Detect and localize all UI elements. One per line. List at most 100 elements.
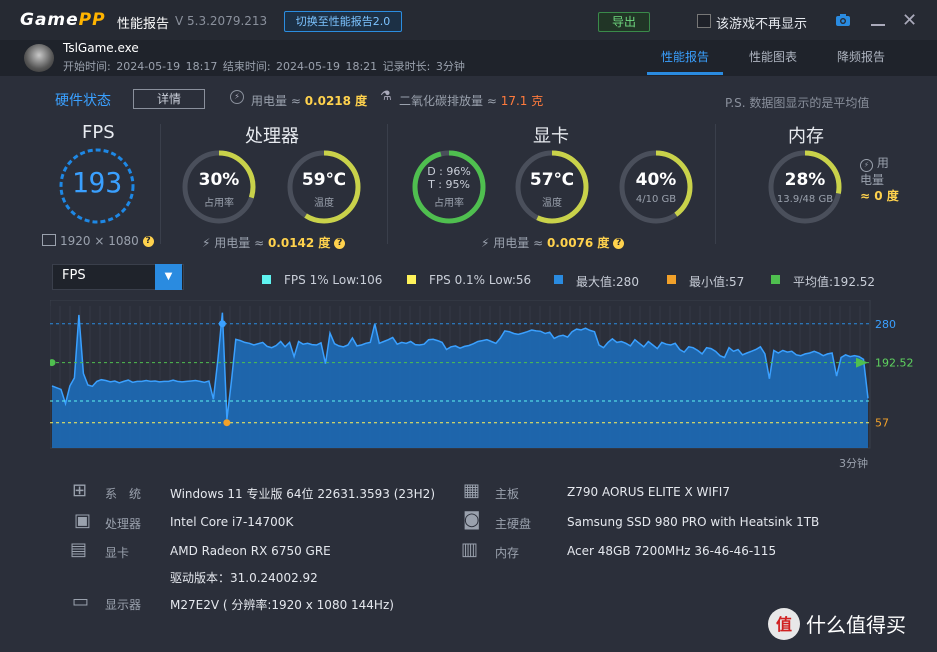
help-icon[interactable]: ?: [334, 238, 346, 249]
gpu-usage-gauge: D : 96% T : 95% 占用率: [410, 148, 488, 226]
legend-avg: 平均值:192.52: [793, 275, 876, 289]
tab-downclock-report[interactable]: 降频报告: [837, 48, 885, 65]
info-os: Windows 11 专业版 64位 22631.3593 (23H2): [170, 487, 435, 501]
gpu-vram-label: 4/10 GB: [635, 194, 677, 205]
divider: [715, 124, 716, 244]
gpu-temp-gauge: 57℃ 温度: [513, 148, 591, 226]
max-marker: [218, 320, 226, 328]
hardware-status-title: 硬件状态: [55, 93, 111, 109]
svg-text:值: 值: [776, 615, 792, 634]
cpu-title: 处理器: [245, 126, 299, 147]
fps-title: FPS: [82, 122, 115, 143]
disk-icon: ◙: [463, 509, 481, 530]
memory-gauge: 28% 13.9/48 GB: [766, 148, 844, 226]
help-icon[interactable]: ?: [613, 238, 625, 249]
gpu-vram-gauge: 40% 4/10 GB: [617, 148, 695, 226]
metric-select-value[interactable]: FPS: [62, 268, 86, 283]
minimize-icon[interactable]: [871, 24, 885, 26]
average-note: P.S. 数据图显示的是平均值: [725, 96, 870, 110]
motherboard-icon: ▦: [463, 480, 481, 501]
legend-swatch: [407, 275, 416, 284]
gpu-vram-value: 40%: [635, 170, 677, 190]
fps-value: 193: [71, 166, 123, 199]
game-name: TslGame.exe: [63, 41, 139, 55]
gpu-temp-value: 57℃: [529, 170, 575, 190]
label-max: 280: [875, 318, 896, 331]
info-cpu: Intel Core i7-14700K: [170, 515, 294, 529]
info-key: 内存: [495, 546, 520, 560]
export-button[interactable]: 导出: [598, 12, 650, 32]
cpu-usage-gauge: 30% 占用率: [180, 148, 258, 226]
info-gpu: AMD Radeon RX 6750 GRE: [170, 544, 331, 558]
session-times: 开始时间: 2024-05-19 18:17 结束时间: 2024-05-19 …: [63, 60, 465, 73]
memory-icon: ▥: [461, 539, 479, 560]
info-disk: Samsung SSD 980 PRO with Heatsink 1TB: [567, 515, 820, 529]
power-icon: ⚡: [230, 90, 244, 104]
cpu-temp-gauge: 59℃ 温度: [285, 148, 363, 226]
info-key: 主板: [495, 487, 520, 501]
info-key: 显卡: [105, 546, 130, 560]
info-motherboard: Z790 AORUS ELITE X WIFI7: [567, 485, 730, 499]
min-marker: [223, 419, 231, 427]
legend-swatch: [667, 275, 676, 284]
monitor-icon: ▭: [72, 591, 90, 612]
memory-title: 内存: [788, 126, 824, 147]
tab-performance-report[interactable]: 性能报告: [661, 48, 709, 65]
camera-icon[interactable]: [835, 13, 851, 27]
cpu-power: ⚡ 用电量 ≈ 0.0142 度 ?: [202, 234, 346, 251]
total-power: 用电量 ≈ 0.0218 度: [251, 94, 368, 108]
svg-text:什么值得买: 什么值得买: [806, 613, 906, 637]
info-memory: Acer 48GB 7200MHz 36-46-46-115: [567, 544, 777, 558]
cpu-icon: ▣: [74, 510, 92, 531]
cpu-temp-label: 温度: [314, 198, 334, 209]
co2-emission: 二氧化碳排放量 ≈ 17.1 克: [399, 94, 544, 108]
tab-performance-chart[interactable]: 性能图表: [749, 48, 797, 65]
info-key: 处理器: [105, 517, 142, 531]
gpu-dt-values: D : 96% T : 95%: [427, 165, 471, 191]
legend-fps-01pct-low: FPS 0.1% Low:56: [429, 273, 532, 287]
resolution-icon: [42, 234, 56, 246]
cpu-usage-value: 30%: [198, 170, 240, 190]
gpu-temp-label: 温度: [542, 198, 562, 209]
cpu-temp-value: 59℃: [301, 170, 347, 190]
gpu-icon: ▤: [70, 539, 88, 560]
power-icon: ⚡: [860, 159, 873, 172]
info-key: 显示器: [105, 598, 142, 612]
legend-min: 最小值:57: [689, 275, 745, 289]
label-avg: 192.52: [875, 357, 914, 370]
info-monitor: M27E2V ( 分辨率:1920 x 1080 144Hz): [170, 598, 394, 612]
legend-fps-1pct-low: FPS 1% Low:106: [284, 273, 383, 287]
fps-chart[interactable]: 280 192.52 57: [50, 300, 920, 452]
info-driver: 驱动版本：31.0.24002.92: [170, 571, 318, 585]
legend-swatch: [262, 275, 271, 284]
detail-button[interactable]: 详情: [133, 89, 205, 109]
switch-report-button[interactable]: 切换至性能报告2.0: [284, 11, 402, 32]
watermark-logo: 值 什么值得买: [768, 608, 906, 640]
memory-label: 13.9/48 GB: [776, 194, 834, 205]
fps-resolution: 1920 × 1080 ?: [60, 234, 154, 248]
help-icon[interactable]: ?: [142, 236, 154, 247]
close-icon[interactable]: ✕: [902, 10, 917, 31]
game-avatar: [24, 44, 54, 72]
memory-value: 28%: [784, 170, 826, 190]
gpu-usage-label: 占用率: [434, 198, 464, 209]
active-tab-indicator: [647, 72, 723, 75]
memory-power: ⚡ 用 电量 ≈ 0 度: [860, 156, 899, 203]
gpu-power: ⚡ 用电量 ≈ 0.0076 度 ?: [481, 234, 625, 251]
divider: [387, 124, 388, 244]
divider: [160, 124, 161, 244]
legend-swatch: [771, 275, 780, 284]
label-min: 57: [875, 417, 889, 430]
co2-flask-icon: ⚗: [380, 89, 392, 104]
app-title: 性能报告: [117, 17, 170, 32]
app-version: V 5.3.2079.213: [175, 14, 268, 28]
gpu-title: 显卡: [533, 126, 569, 147]
hide-game-checkbox[interactable]: [697, 14, 711, 28]
legend-max: 最大值:280: [576, 275, 639, 289]
app-logo: GamePP: [20, 10, 106, 30]
info-key: 主硬盘: [495, 517, 532, 531]
hide-game-label[interactable]: 该游戏不再显示: [716, 13, 807, 32]
chevron-down-icon[interactable]: ▼: [155, 264, 182, 290]
legend-swatch: [554, 275, 563, 284]
windows-icon: ⊞: [72, 480, 88, 501]
